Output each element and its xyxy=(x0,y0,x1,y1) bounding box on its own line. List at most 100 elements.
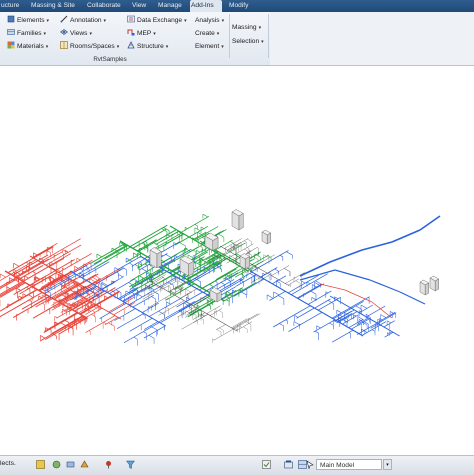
pinned-icon[interactable] xyxy=(104,460,113,469)
rooms-spaces-button[interactable]: Rooms/Spaces▾ xyxy=(60,41,119,52)
return-duct xyxy=(197,305,200,307)
pipe xyxy=(353,315,356,317)
families-icon xyxy=(7,28,15,36)
views-button[interactable]: Views▾ xyxy=(60,28,92,39)
pipe xyxy=(359,311,361,312)
rooms-spaces-icon xyxy=(60,41,68,49)
main-pipe-run xyxy=(392,230,420,242)
main-pipe-run xyxy=(300,262,330,276)
main-pipe-run xyxy=(300,270,335,280)
annotation-button[interactable]: Annotation▾ xyxy=(60,15,106,26)
structure-button[interactable]: Structure▾ xyxy=(127,41,168,52)
design-options-icon[interactable] xyxy=(52,460,61,469)
supply-duct xyxy=(29,300,32,302)
pipe xyxy=(274,292,279,295)
pipe xyxy=(294,322,300,326)
pipe xyxy=(117,313,144,328)
return-duct xyxy=(145,241,147,242)
data-exchange-button[interactable]: Data Exchange▾ xyxy=(127,15,187,26)
pipe xyxy=(144,322,158,330)
element-button[interactable]: Element▾ xyxy=(195,41,224,52)
elements-button[interactable]: Elements▾ xyxy=(7,15,49,26)
return-duct xyxy=(133,253,137,256)
link-icon[interactable] xyxy=(66,460,75,469)
create-button[interactable]: Create▾ xyxy=(195,28,219,39)
chevron-down-icon: ▾ xyxy=(166,44,169,50)
families-button[interactable]: Families▾ xyxy=(7,28,46,39)
equipment-link xyxy=(186,289,192,292)
materials-icon xyxy=(7,41,15,49)
supply-duct xyxy=(75,266,79,268)
pipe xyxy=(140,262,142,263)
equipment-link xyxy=(268,276,270,277)
pipe xyxy=(362,322,367,325)
pipe xyxy=(295,316,298,318)
editable-only-icon[interactable] xyxy=(262,460,271,469)
equipment-link xyxy=(247,239,251,241)
pipe xyxy=(145,285,148,287)
pipe xyxy=(311,291,316,294)
pipe xyxy=(149,335,154,338)
pipe xyxy=(273,306,310,327)
tab-collaborate[interactable]: Collaborate xyxy=(86,0,122,12)
supply-duct xyxy=(0,292,42,318)
supply-duct xyxy=(54,302,56,303)
select-links-icon[interactable] xyxy=(284,460,293,469)
return-duct xyxy=(196,250,200,252)
tab-modify[interactable]: Modify xyxy=(228,0,249,12)
supply-duct xyxy=(111,321,112,322)
worksets-icon[interactable] xyxy=(36,460,45,469)
filter-icon[interactable] xyxy=(126,460,135,469)
workset-selector[interactable]: Main Model xyxy=(316,459,382,470)
pipe xyxy=(315,299,331,308)
tab-manage[interactable]: Manage xyxy=(157,0,183,12)
materials-button[interactable]: Materials▾ xyxy=(7,41,48,52)
ribbon: Elements▾ Families▾ Materials▾ Annotatio… xyxy=(0,12,474,66)
status-bar: lects. Main Model ▾ xyxy=(0,455,474,475)
chevron-down-icon: ▾ xyxy=(259,25,262,31)
equipment-link xyxy=(272,266,290,276)
tab-add-ins[interactable]: Add-Ins xyxy=(190,0,222,12)
selection-button[interactable]: Selection▾ xyxy=(232,36,264,47)
select-pinned-icon[interactable] xyxy=(306,460,315,469)
return-duct xyxy=(149,270,150,271)
pipe xyxy=(250,271,363,336)
return-duct xyxy=(216,261,218,262)
pipe xyxy=(286,320,288,321)
return-duct xyxy=(200,246,203,248)
pipe xyxy=(45,288,48,290)
panel-divider xyxy=(268,14,269,58)
mep-model-3d-view[interactable] xyxy=(0,66,474,454)
main-pipe-run xyxy=(400,292,425,304)
analysis-button[interactable]: Analysis▾ xyxy=(195,15,224,26)
equipment-link xyxy=(213,339,215,340)
pipe xyxy=(315,331,319,333)
tab-massing-site[interactable]: Massing & Site xyxy=(30,0,76,12)
pipe xyxy=(251,250,288,271)
equipment-link xyxy=(219,328,223,330)
pipe xyxy=(360,324,361,325)
pipe xyxy=(159,322,164,325)
mep-button[interactable]: MEP▾ xyxy=(127,28,156,39)
pipe xyxy=(278,296,284,299)
pipe xyxy=(267,295,273,299)
tab-structure[interactable]: ucture xyxy=(0,0,20,12)
supply-duct xyxy=(23,294,26,296)
tab-view[interactable]: View xyxy=(131,0,147,12)
drawing-canvas[interactable] xyxy=(0,66,474,454)
pipe xyxy=(143,332,146,334)
data-exchange-icon xyxy=(127,15,135,23)
pipe xyxy=(94,268,96,269)
return-duct xyxy=(195,224,198,226)
supply-duct xyxy=(89,331,90,332)
main-duct-run xyxy=(320,284,345,290)
supply-duct xyxy=(0,274,6,277)
pipe xyxy=(151,297,155,299)
equipment-link xyxy=(284,268,290,271)
supply-duct xyxy=(94,275,98,277)
supply-duct xyxy=(105,317,118,325)
chevron-down-icon[interactable]: ▾ xyxy=(383,459,392,470)
underlay-icon[interactable] xyxy=(80,460,89,469)
massing-button[interactable]: Massing▾ xyxy=(232,22,261,33)
pipe xyxy=(48,291,50,292)
